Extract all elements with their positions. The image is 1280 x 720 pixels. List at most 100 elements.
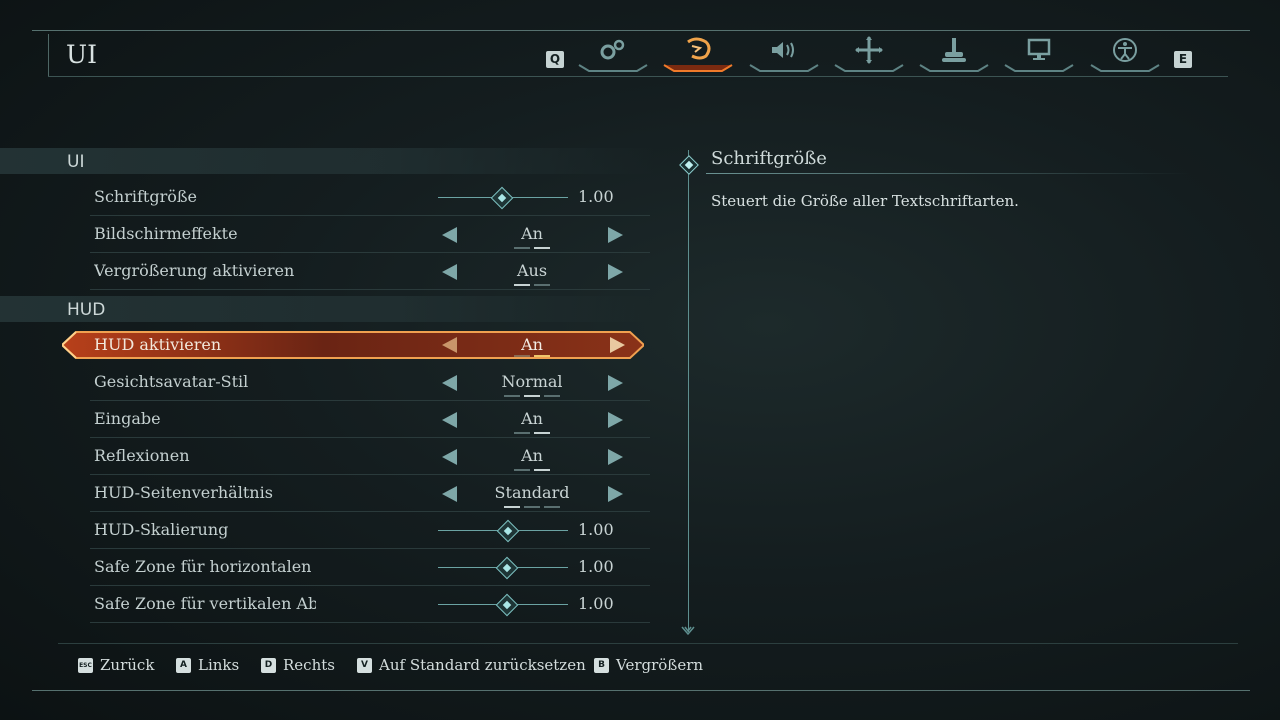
arrow-right-icon[interactable] xyxy=(608,227,623,243)
slider-knob[interactable] xyxy=(490,186,514,210)
key-badge: A xyxy=(176,658,191,673)
footer-divider xyxy=(58,643,1238,644)
arrow-right-icon[interactable] xyxy=(608,375,623,391)
setting-label: Safe Zone für vertikalen Absta xyxy=(94,594,316,613)
setting-value: Normal xyxy=(501,372,563,391)
frame-bottom-line xyxy=(32,690,1250,691)
setting-value: An xyxy=(521,409,543,428)
section-header-ui: UI xyxy=(0,148,655,174)
section-header-hud: HUD xyxy=(0,296,655,322)
arrow-right-icon[interactable] xyxy=(608,264,623,280)
key-badge: B xyxy=(594,658,609,673)
tab-controls[interactable] xyxy=(833,34,905,72)
setting-label: Safe Zone für horizontalen Ab xyxy=(94,557,316,576)
option-indicator xyxy=(472,395,592,397)
setting-screen-effects[interactable]: Bildschirmeffekte An xyxy=(90,218,650,253)
description-underline xyxy=(706,173,1190,174)
setting-font-size[interactable]: Schriftgröße 1.00 xyxy=(90,181,650,216)
monitor-icon xyxy=(1027,38,1051,60)
tab-game-settings[interactable] xyxy=(577,34,649,72)
setting-hud-ratio[interactable]: HUD-Seitenverhältnis Standard xyxy=(90,477,650,512)
setting-reflections[interactable]: Reflexionen An xyxy=(90,440,650,475)
key-badge: V xyxy=(357,658,372,673)
setting-value: An xyxy=(521,224,543,243)
slider-knob[interactable] xyxy=(496,519,520,543)
setting-value: An xyxy=(521,335,543,354)
dragon-icon xyxy=(687,37,711,60)
slider-value: 1.00 xyxy=(578,520,614,539)
tab-accessibility[interactable] xyxy=(1089,34,1161,72)
hint-label: Vergrößern xyxy=(616,656,704,674)
arrow-right-icon[interactable] xyxy=(608,449,623,465)
setting-label: HUD aktivieren xyxy=(94,335,222,354)
option-indicator xyxy=(472,506,592,508)
arrow-left-icon[interactable] xyxy=(442,337,457,353)
setting-hud-scale[interactable]: HUD-Skalierung 1.00 xyxy=(90,514,650,549)
joystick-icon xyxy=(942,38,966,62)
speaker-icon xyxy=(772,42,794,58)
tab-ui[interactable] xyxy=(662,34,734,72)
slider-value: 1.00 xyxy=(578,594,614,613)
slider-value: 1.00 xyxy=(578,187,614,206)
gears-icon xyxy=(600,39,625,60)
setting-safe-zone-vertical[interactable]: Safe Zone für vertikalen Absta 1.00 xyxy=(90,588,650,623)
next-tab-key[interactable]: E xyxy=(1174,51,1192,68)
key-badge: D xyxy=(261,658,276,673)
slider-knob[interactable] xyxy=(495,593,519,617)
setting-magnification[interactable]: Vergrößerung aktivieren Aus xyxy=(90,255,650,290)
tab-gamepad[interactable] xyxy=(918,34,990,72)
description-text: Steuert die Größe aller Textschriftarten… xyxy=(711,192,1019,210)
option-indicator xyxy=(472,432,592,434)
setting-face-avatar[interactable]: Gesichtsavatar-Stil Normal xyxy=(90,366,650,401)
arrow-right-icon[interactable] xyxy=(608,486,623,502)
option-indicator xyxy=(472,355,592,357)
panel-divider xyxy=(688,150,689,632)
frame-top-line xyxy=(32,30,1250,31)
frame-notch xyxy=(48,34,49,76)
arrow-left-icon[interactable] xyxy=(442,412,457,428)
arrow-left-icon[interactable] xyxy=(442,375,457,391)
divider-end-icon xyxy=(681,626,695,636)
tab-display[interactable] xyxy=(1003,34,1075,72)
key-badge: ESC xyxy=(78,658,93,673)
setting-value: Aus xyxy=(516,261,548,280)
arrow-left-icon[interactable] xyxy=(442,449,457,465)
setting-hud-enable[interactable]: HUD aktivieren An xyxy=(62,330,644,360)
arrow-left-icon[interactable] xyxy=(442,264,457,280)
accessibility-icon xyxy=(1113,38,1137,62)
setting-label: Schriftgröße xyxy=(94,187,198,206)
arrow-right-icon[interactable] xyxy=(608,412,623,428)
setting-label: Reflexionen xyxy=(94,446,190,465)
hint-label: Rechts xyxy=(283,656,335,674)
arrow-left-icon[interactable] xyxy=(442,486,457,502)
hint-label: Zurück xyxy=(100,656,155,674)
hint-label: Links xyxy=(198,656,240,674)
setting-value: Standard xyxy=(494,483,570,502)
page-title: UI xyxy=(66,40,97,69)
setting-label: Vergrößerung aktivieren xyxy=(94,261,295,280)
setting-value: An xyxy=(521,446,543,465)
setting-label: Eingabe xyxy=(94,409,161,428)
setting-input[interactable]: Eingabe An xyxy=(90,403,650,438)
slider-value: 1.00 xyxy=(578,557,614,576)
section-label: HUD xyxy=(67,300,106,320)
section-label: UI xyxy=(67,152,85,172)
description-title: Schriftgröße xyxy=(711,148,827,169)
dpad-icon xyxy=(855,36,883,64)
divider-gem-icon xyxy=(679,155,699,175)
prev-tab-key[interactable]: Q xyxy=(546,51,564,68)
setting-label: Bildschirmeffekte xyxy=(94,224,238,243)
setting-safe-zone-horizontal[interactable]: Safe Zone für horizontalen Ab 1.00 xyxy=(90,551,650,586)
arrow-right-icon[interactable] xyxy=(610,337,625,353)
slider-knob[interactable] xyxy=(495,556,519,580)
header-divider xyxy=(48,76,1228,77)
arrow-left-icon[interactable] xyxy=(442,227,457,243)
option-indicator xyxy=(472,284,592,286)
setting-label: HUD-Skalierung xyxy=(94,520,229,539)
setting-label: Gesichtsavatar-Stil xyxy=(94,372,249,391)
setting-label: HUD-Seitenverhältnis xyxy=(94,483,273,502)
hint-label: Auf Standard zurücksetzen xyxy=(379,656,586,674)
option-indicator xyxy=(472,469,592,471)
option-indicator xyxy=(472,247,592,249)
tab-audio[interactable] xyxy=(748,34,820,72)
